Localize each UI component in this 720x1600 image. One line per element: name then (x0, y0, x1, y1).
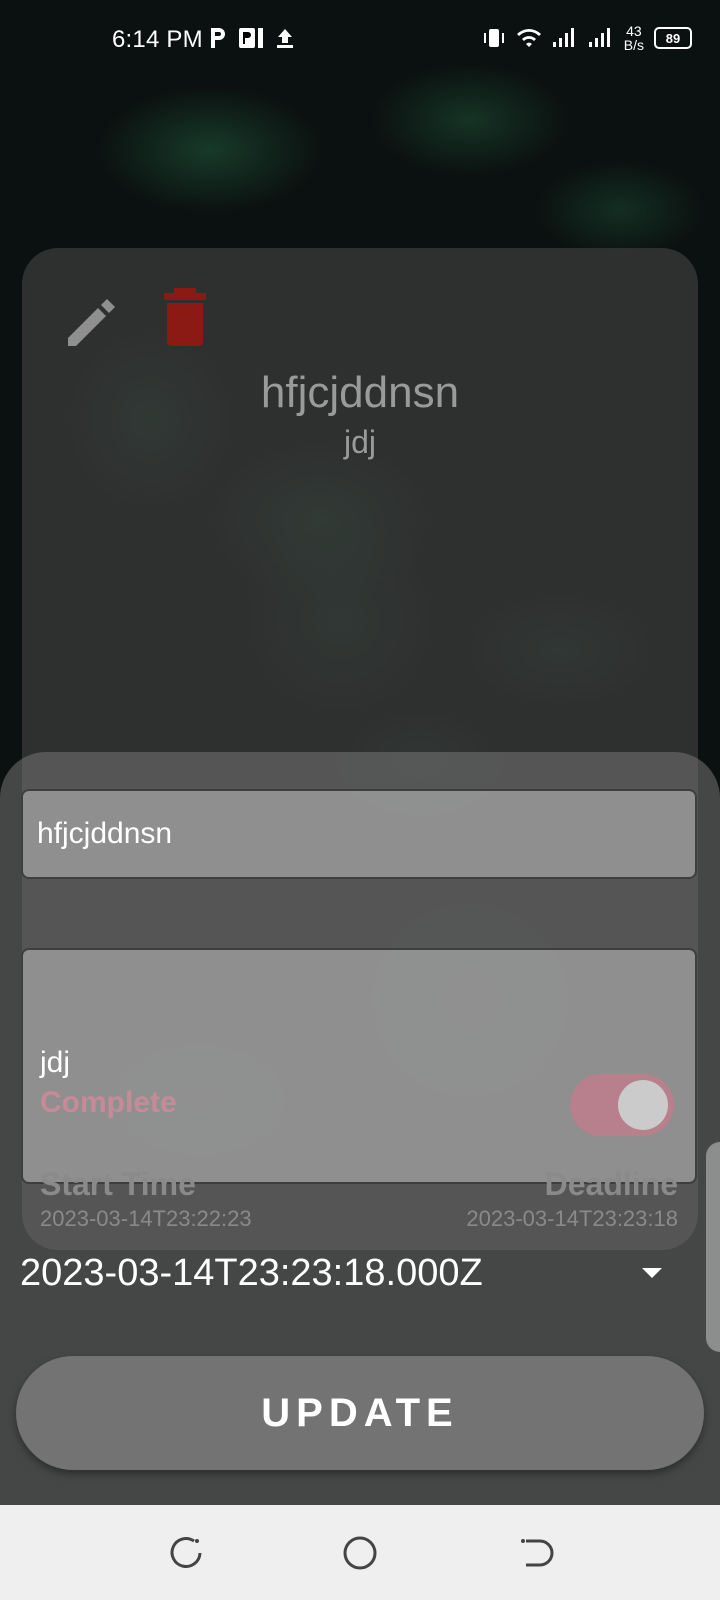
signal-icon-2 (588, 28, 610, 47)
update-button[interactable]: UPDATE (16, 1356, 704, 1470)
trash-icon[interactable] (162, 288, 208, 346)
wifi-icon (516, 29, 541, 47)
pencil-icon[interactable] (62, 292, 122, 352)
chevron-down-icon[interactable] (642, 1268, 662, 1278)
task-title: hfjcjddnsn (260, 368, 460, 417)
start-time-value: 2023-03-14T23:22:23 (40, 1206, 252, 1231)
network-speed-unit: B/s (623, 37, 644, 53)
description-input[interactable] (21, 948, 697, 1184)
side-edge-handle[interactable] (706, 1142, 720, 1352)
parking-app-icon (239, 28, 263, 48)
complete-toggle[interactable] (570, 1074, 674, 1136)
title-input[interactable]: hfjcjddnsn (21, 789, 697, 879)
network-speed-value: 43 (626, 23, 642, 39)
toggle-knob (618, 1080, 668, 1130)
navigation-bar (0, 1505, 720, 1600)
home-icon[interactable] (342, 1535, 378, 1571)
signal-icon (552, 28, 574, 47)
battery-indicator: 89 (654, 27, 692, 49)
recents-icon[interactable] (168, 1535, 204, 1571)
back-icon[interactable] (518, 1535, 554, 1571)
description-value: jdj (40, 1046, 71, 1079)
complete-label: Complete (40, 1086, 177, 1119)
status-bar: 6:14 PM 43 B/s 89 (0, 0, 720, 80)
vibrate-icon (483, 29, 504, 47)
upload-icon (277, 29, 293, 48)
status-time: 6:14 PM (112, 26, 203, 53)
system-status-icons: 43 B/s 89 (482, 24, 692, 52)
notification-icons (208, 26, 296, 50)
task-description: jdj (343, 424, 376, 460)
deadline-label: Deadline (544, 1166, 678, 1202)
deadline-value: 2023-03-14T23:23:18 (466, 1206, 678, 1231)
start-time-label: Start Time (40, 1166, 196, 1202)
deadline-select[interactable]: 2023-03-14T23:23:18.000Z (20, 1252, 670, 1304)
paytm-icon (211, 28, 225, 48)
network-speed: 43 B/s (624, 24, 644, 52)
